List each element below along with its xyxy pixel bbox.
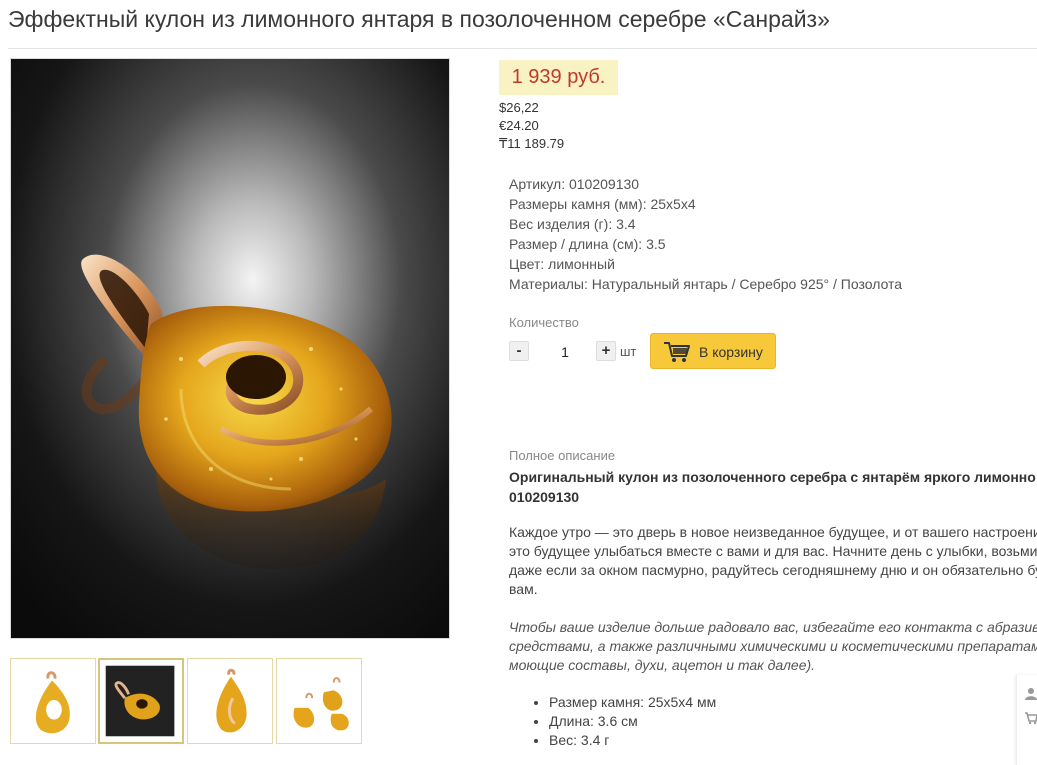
price-usd: $26,22 — [499, 100, 539, 115]
thumbnail-1[interactable] — [10, 658, 96, 744]
cart-icon — [664, 342, 690, 362]
list-item: Длина: 3.6 см — [549, 712, 716, 731]
spec-value: 3.4 — [616, 216, 636, 232]
paragraph-line: вам. — [509, 581, 538, 597]
quantity-input[interactable] — [545, 340, 585, 364]
paragraph-line: это будущее улыбаться вместе с вами и дл… — [509, 543, 1037, 559]
main-product-photo[interactable] — [10, 58, 450, 639]
spec-label: Материалы: — [509, 276, 588, 292]
product-bullets-list: Размер камня: 25х5х4 мм Длина: 3.6 см Ве… — [509, 693, 716, 750]
quantity-label: Количество — [509, 315, 579, 330]
list-item: Вес: 3.4 г — [549, 731, 716, 750]
spec-article: Артикул: 010209130 — [509, 176, 639, 192]
quantity-unit: шт — [620, 344, 637, 359]
spec-value: лимонный — [548, 256, 615, 272]
paragraph-line: Чтобы ваше изделие дольше радовало вас, … — [509, 619, 1037, 635]
description-title-line: Оригинальный кулон из позолоченного сере… — [509, 469, 1036, 485]
title-divider — [8, 48, 1037, 49]
quantity-increment-button[interactable]: + — [596, 341, 616, 361]
spec-materials: Материалы: Натуральный янтарь / Серебро … — [509, 276, 902, 292]
spec-length: Размер / длина (см): 3.5 — [509, 236, 666, 252]
care-instructions-paragraph: Чтобы ваше изделие дольше радовало вас, … — [509, 618, 1037, 675]
price-badge: 1 939 руб. — [499, 60, 618, 95]
thumbnail-3[interactable] — [187, 658, 273, 744]
description-title-line: 010209130 — [509, 489, 580, 505]
spec-label: Размеры камня (мм): — [509, 196, 647, 212]
user-icon[interactable] — [1024, 687, 1037, 701]
list-item: Размер камня: 25х5х4 мм — [549, 693, 716, 712]
thumbnail-2[interactable] — [98, 658, 184, 744]
thumb-side-image — [188, 659, 272, 743]
page-title: Эффектный кулон из лимонного янтаря в по… — [8, 6, 830, 32]
add-to-cart-button[interactable]: В корзину — [650, 333, 776, 369]
amber-pendant-image — [11, 59, 449, 638]
thumbnail-4[interactable] — [276, 658, 362, 744]
paragraph-line: средствами, а также различными химически… — [509, 638, 1037, 654]
spec-weight: Вес изделия (г): 3.4 — [509, 216, 636, 232]
paragraph-line: моющие составы, духи, ацетон и так далее… — [509, 657, 816, 673]
cart-icon[interactable] — [1024, 711, 1037, 725]
floating-side-panel — [1016, 675, 1037, 765]
full-description-label: Полное описание — [509, 448, 616, 463]
paragraph-line: даже если за окном пасмурно, радуйтесь с… — [509, 562, 1037, 578]
thumb-dark-image — [100, 660, 182, 742]
spec-label: Вес изделия (г): — [509, 216, 613, 232]
spec-color: Цвет: лимонный — [509, 256, 615, 272]
description-paragraph: Каждое утро — это дверь в новое неизведа… — [509, 523, 1037, 599]
add-to-cart-label: В корзину — [699, 344, 763, 360]
spec-label: Размер / длина (см): — [509, 236, 643, 252]
price-kzt: ₸11 189.79 — [499, 136, 565, 151]
thumb-set-image — [277, 659, 361, 743]
paragraph-line: Каждое утро — это дверь в новое неизведа… — [509, 524, 1037, 540]
thumb-front-image — [11, 659, 95, 743]
description-title: Оригинальный кулон из позолоченного сере… — [509, 467, 1036, 507]
spec-value: Натуральный янтарь / Серебро 925° / Позо… — [591, 276, 903, 292]
spec-label: Артикул: — [509, 176, 566, 192]
spec-value: 25х5х4 — [650, 196, 696, 212]
spec-value: 010209130 — [568, 176, 640, 192]
quantity-decrement-button[interactable]: - — [509, 341, 529, 361]
spec-value: 3.5 — [646, 236, 666, 252]
spec-label: Цвет: — [509, 256, 545, 272]
spec-stone-size: Размеры камня (мм): 25х5х4 — [509, 196, 696, 212]
price-eur: €24.20 — [499, 118, 539, 133]
